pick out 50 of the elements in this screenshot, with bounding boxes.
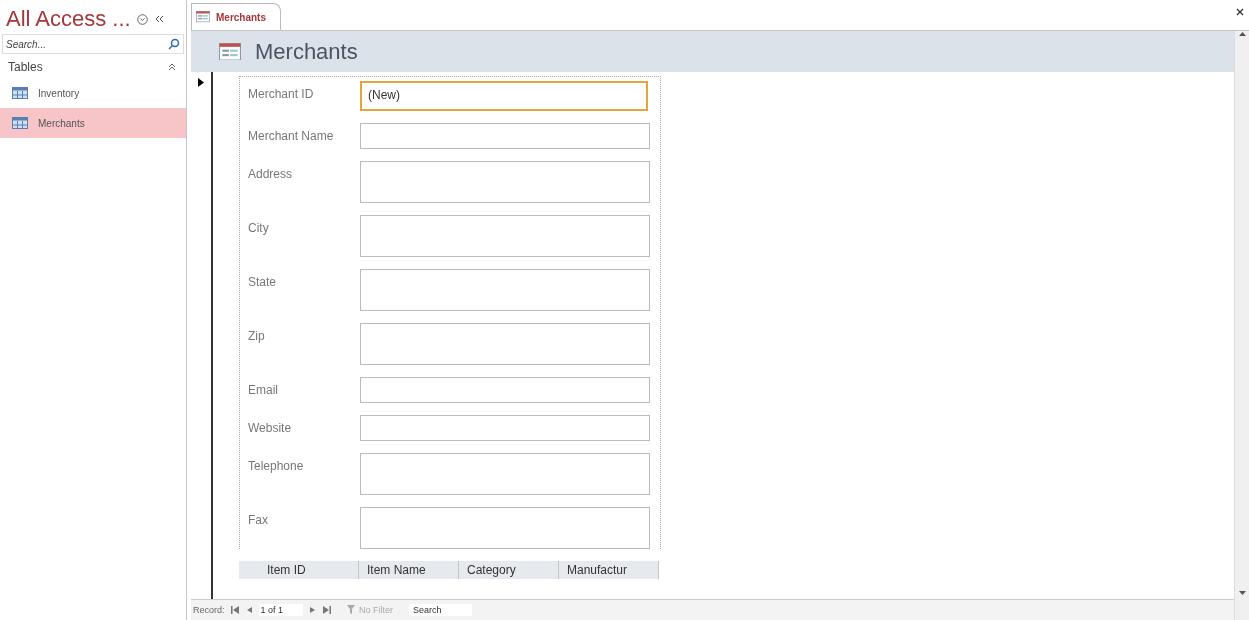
record-label: Record: [193, 605, 225, 615]
field-label: Fax [247, 512, 269, 527]
field-label: Merchant Name [247, 128, 335, 143]
scroll-up-icon[interactable] [1238, 31, 1246, 36]
column-header[interactable]: Item Name [359, 561, 459, 579]
field-label: Email [247, 382, 279, 397]
document-tab[interactable]: Merchants [191, 3, 281, 30]
nav-pane-title: All Access ... [6, 6, 131, 32]
text-field[interactable] [360, 507, 650, 549]
field-label: Address [247, 166, 294, 181]
close-icon[interactable] [1236, 8, 1244, 16]
dropdown-icon[interactable] [136, 13, 148, 25]
collapse-icon[interactable] [153, 14, 164, 24]
nav-item[interactable]: Merchants [0, 108, 186, 138]
table-icon [12, 87, 28, 99]
first-record-icon[interactable] [230, 606, 239, 614]
field-label: Website [247, 420, 293, 435]
field-label: City [247, 220, 270, 235]
search-icon[interactable] [168, 38, 180, 50]
column-header[interactable]: Item ID [259, 561, 359, 579]
field-label: Zip [247, 328, 266, 343]
form-icon [196, 11, 210, 23]
record-position-field[interactable]: 1 of 1 [258, 604, 304, 616]
text-field[interactable] [360, 323, 650, 365]
field-label: Telephone [247, 458, 305, 473]
text-field[interactable] [360, 415, 650, 441]
table-icon [12, 117, 28, 129]
text-field[interactable] [360, 377, 650, 403]
field-label: State [247, 274, 278, 289]
search-field[interactable]: Search... [2, 34, 184, 54]
last-record-icon[interactable] [323, 606, 332, 614]
column-header[interactable]: Category [459, 561, 559, 579]
scroll-down-icon[interactable] [1238, 591, 1246, 596]
text-field[interactable] [360, 123, 650, 149]
text-field[interactable] [360, 161, 650, 203]
form-title: Merchants [255, 38, 358, 65]
nav-item[interactable]: Inventory [0, 78, 186, 108]
text-field[interactable] [360, 453, 650, 495]
column-header[interactable]: Manufactur [559, 561, 659, 579]
current-record-icon [198, 78, 204, 87]
filter-icon [347, 605, 358, 615]
group-label: Tables [8, 60, 43, 74]
text-field[interactable] [360, 269, 650, 311]
record-search-field[interactable]: Search [409, 604, 472, 616]
text-field[interactable] [360, 215, 650, 257]
text-field[interactable]: (New) [360, 81, 648, 111]
form-icon [219, 42, 241, 61]
vertical-scrollbar[interactable] [1234, 31, 1249, 620]
chevron-icon[interactable] [168, 63, 176, 71]
field-label: Merchant ID [247, 86, 315, 101]
